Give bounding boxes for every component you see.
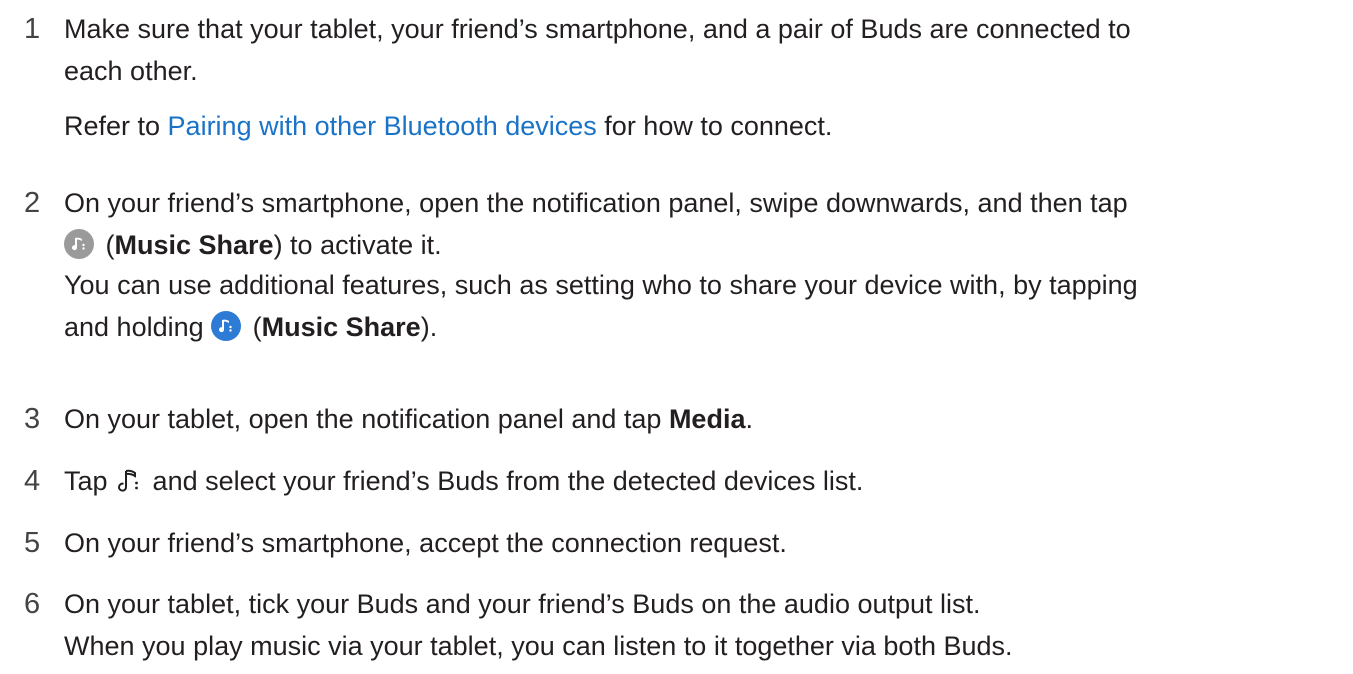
step-text: Tap: [64, 466, 116, 496]
step-4: 4 Tap and select your friend’s Buds from…: [0, 460, 1353, 502]
music-share-label: Music Share: [114, 230, 274, 260]
music-share-label: Music Share: [261, 312, 421, 342]
note-text: for how to connect.: [596, 111, 833, 141]
step-text-line: (Music Share) to activate it.: [64, 224, 1333, 266]
step-number: 5: [24, 527, 41, 559]
music-share-outline-icon: [118, 469, 138, 492]
music-share-icon: [211, 311, 242, 341]
step-number: 6: [24, 588, 41, 620]
step-2: 2 On your friend’s smartphone, open the …: [0, 182, 1353, 266]
step-number: 4: [24, 465, 41, 497]
pairing-link[interactable]: Pairing with other Bluetooth devices: [168, 111, 597, 141]
step-3: 3 On your tablet, open the notification …: [0, 398, 1353, 440]
step-text: and select your friend’s Buds from the d…: [145, 466, 864, 496]
step-text: On your tablet, tick your Buds and your …: [64, 589, 981, 619]
step-text: On your friend’s smartphone, open the no…: [64, 188, 1128, 218]
step-number: 3: [24, 403, 41, 435]
step-2-note: You can use additional features, such as…: [0, 264, 1353, 348]
step-1: 1 Make sure that your tablet, your frien…: [0, 8, 1353, 92]
step-text: each other.: [64, 56, 198, 86]
step-text: On your tablet, open the notification pa…: [64, 404, 669, 434]
step-1-note: Refer to Pairing with other Bluetooth de…: [0, 105, 1353, 147]
step-text: When you play music via your tablet, you…: [64, 631, 1013, 661]
step-text: On your friend’s smartphone, accept the …: [64, 528, 787, 558]
note-text: You can use additional features, such as…: [64, 270, 1138, 300]
step-number: 2: [24, 187, 41, 219]
step-number: 1: [24, 13, 41, 45]
step-text: Make sure that your tablet, your friend’…: [64, 14, 1131, 44]
note-text: Refer to: [64, 111, 168, 141]
step-6: 6 On your tablet, tick your Buds and you…: [0, 583, 1353, 667]
media-label: Media: [668, 404, 746, 434]
note-text-line: and holding (Music Share).: [64, 311, 438, 342]
music-share-icon: [64, 229, 94, 259]
step-5: 5 On your friend’s smartphone, accept th…: [0, 522, 1353, 564]
